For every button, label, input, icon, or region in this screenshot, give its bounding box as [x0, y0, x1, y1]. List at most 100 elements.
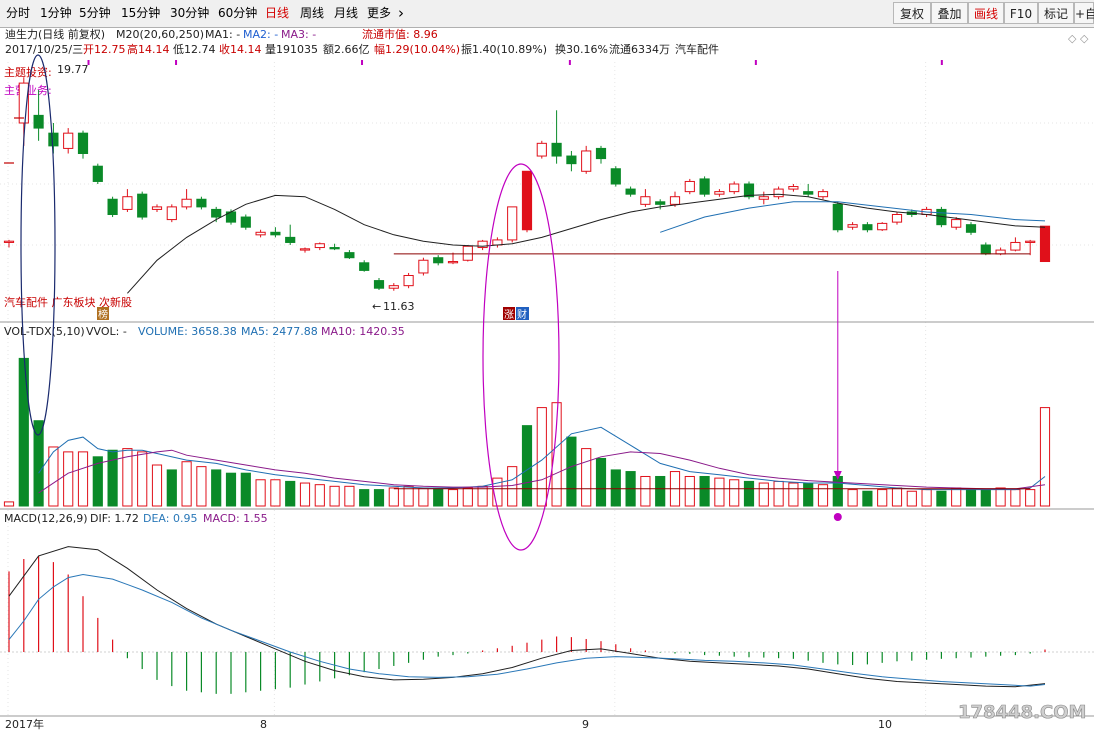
candle-body [181, 198, 192, 208]
candle-body [299, 248, 311, 251]
fuquan-button[interactable]: 复权 [893, 2, 931, 24]
candle-body [951, 219, 962, 228]
volume-bar [891, 487, 903, 507]
volume-bar [521, 425, 533, 507]
tab-period-0[interactable]: 分时 [6, 0, 30, 27]
candle-body [107, 198, 118, 215]
candle-body [166, 206, 177, 221]
volume-bar [462, 487, 473, 507]
candle-body [610, 168, 621, 185]
tab-period-1[interactable]: 1分钟 [40, 0, 72, 27]
candle-body [625, 188, 636, 195]
candle-body [832, 203, 843, 231]
volume-bar [77, 451, 89, 507]
volume-bar [906, 490, 917, 507]
kline-chart[interactable]: 迪生力(日线 前复权) M20(20,60,250) MA1: - MA2: -… [0, 28, 1094, 733]
volume-bar [773, 480, 784, 507]
candle-body [373, 280, 385, 289]
concept-tags: 汽车配件 广东板块 次新股 [4, 295, 132, 309]
tab-period-3[interactable]: 15分钟 [121, 0, 160, 27]
candle-body [877, 222, 888, 231]
quote-date: 2017/10/25/三 [5, 43, 83, 56]
x-label-aug: 8 [260, 718, 267, 731]
top-marker-3 [568, 60, 571, 65]
candle-body [462, 245, 473, 261]
quote-amount: 额2.66亿 [323, 43, 370, 56]
quote-close: 收14.14 [219, 42, 262, 56]
candle-body [788, 186, 799, 190]
candle-body [196, 198, 207, 208]
candle-body [418, 259, 429, 274]
ma2-value: MA2: - [243, 28, 278, 41]
volume-bar [1039, 407, 1051, 507]
candle-body [521, 170, 533, 231]
custom-button[interactable]: +自 [1074, 2, 1094, 24]
candle-body [344, 252, 355, 259]
x-label-2017: 2017年 [5, 717, 44, 731]
quote-change: 幅1.29(10.04%) [374, 43, 460, 56]
candle-body [891, 214, 903, 223]
macd-indicator-name: MACD(12,26,9) [4, 512, 88, 525]
quote-high: 高14.14 [127, 42, 170, 56]
volume-bar [344, 485, 355, 507]
volume-bar [359, 489, 370, 507]
draw-line-button[interactable]: 画线 [968, 2, 1004, 24]
candle-body [847, 224, 858, 228]
candle-body [773, 188, 784, 198]
mark-button[interactable]: 标记 [1038, 2, 1074, 24]
diamond-icon[interactable]: ◇ [1068, 32, 1077, 45]
ma-params: M20(20,60,250) [116, 28, 204, 41]
volume-bar [211, 469, 222, 507]
market-cap: 流通市值: 8.96 [362, 28, 438, 41]
volume-bar [936, 490, 947, 507]
candle-body [507, 206, 518, 241]
volume-bar [285, 480, 296, 507]
ma3-value: MA3: - [281, 28, 316, 41]
volume-value: VOLUME: 3658.38 [138, 325, 237, 338]
candle-body [862, 224, 873, 231]
tab-period-8[interactable]: 月线 [334, 0, 358, 27]
candle-body [211, 208, 222, 218]
volume-bar [181, 461, 192, 507]
point-annotation [833, 513, 842, 521]
volume-bar [137, 451, 148, 507]
volume-bar [581, 448, 592, 507]
more-chevron-icon[interactable]: › [398, 0, 404, 27]
tab-period-2[interactable]: 5分钟 [79, 0, 111, 27]
volume-bar [1025, 489, 1036, 507]
tab-period-7[interactable]: 周线 [300, 0, 324, 27]
candle-body [551, 142, 562, 157]
candle-body [3, 240, 15, 243]
volume-bar [566, 436, 577, 507]
macd-dea-value: DEA: 0.95 [143, 512, 197, 525]
tab-period-9[interactable]: 更多 [367, 0, 391, 27]
volume-bar [758, 482, 769, 507]
candle-body [329, 247, 340, 250]
overlay-button[interactable]: 叠加 [931, 2, 968, 24]
candle-body [1025, 240, 1036, 243]
candle-body [255, 231, 266, 236]
zhang-tag: 涨 [504, 309, 514, 321]
f10-button[interactable]: F10 [1004, 2, 1038, 24]
tab-period-6[interactable]: 日线 [265, 0, 289, 27]
stock-title: 迪生力(日线 前复权) [5, 28, 105, 41]
top-marker-5 [940, 60, 943, 65]
volume-bar [803, 482, 814, 507]
volume-bar [107, 449, 118, 507]
candle-body [980, 244, 991, 255]
volume-bar [314, 484, 325, 507]
tab-period-5[interactable]: 60分钟 [218, 0, 257, 27]
diamond-icon-2[interactable]: ◇ [1080, 32, 1089, 45]
vvol-value: VVOL: - [86, 325, 127, 338]
volume-bar [18, 357, 29, 507]
quote-low: 低12.74 [173, 43, 216, 56]
candle-body [595, 147, 607, 160]
top-marker-4 [754, 60, 757, 65]
candle-body [270, 231, 281, 236]
tab-period-4[interactable]: 30分钟 [170, 0, 209, 27]
candle-body [684, 180, 695, 193]
candle-body [1039, 225, 1051, 263]
quote-turnover: 换30.16% [555, 42, 608, 56]
candle-body [285, 236, 296, 243]
volume-bar [729, 479, 740, 507]
